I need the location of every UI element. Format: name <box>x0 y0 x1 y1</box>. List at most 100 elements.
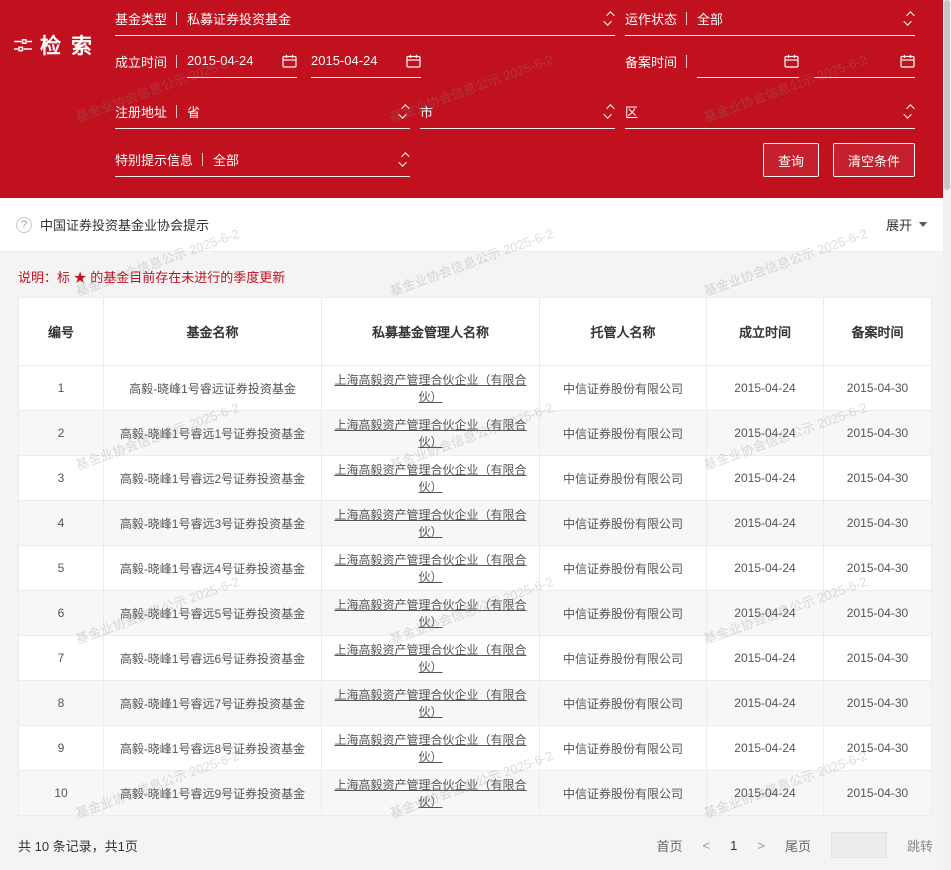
fund-name-link[interactable]: 高毅-晓峰1号睿远9号证券投资基金 <box>120 787 305 801</box>
expand-button[interactable]: 展开 <box>886 215 927 234</box>
cell-filed: 2015-04-30 <box>824 726 932 771</box>
panel-title: 检索 <box>40 30 102 60</box>
fund-name-link[interactable]: 高毅-晓峰1号睿远5号证券投资基金 <box>120 607 305 621</box>
cell-established: 2015-04-24 <box>707 366 824 411</box>
notice-text: 中国证券投资基金业协会提示 <box>40 215 209 234</box>
cell-custodian: 中信证券股份有限公司 <box>540 681 707 726</box>
cell-no: 7 <box>19 636 104 681</box>
manager-link[interactable]: 上海高毅资产管理合伙企业（有限合伙） <box>334 373 526 404</box>
cell-established: 2015-04-24 <box>707 591 824 636</box>
calendar-icon[interactable] <box>282 54 297 68</box>
establish-date-start-value: 2015-04-24 <box>187 53 254 68</box>
establish-date-start-input[interactable]: 2015-04-24 <box>187 44 297 78</box>
fund-type-value: 私募证券投资基金 <box>187 9 291 28</box>
cell-custodian: 中信证券股份有限公司 <box>540 726 707 771</box>
header-custodian-name: 托管人名称 <box>540 298 707 366</box>
chevron-updown-icon <box>606 104 612 119</box>
results-table: 编号 基金名称 私募基金管理人名称 托管人名称 成立时间 备案时间 1 高毅-晓… <box>18 297 932 816</box>
cell-custodian: 中信证券股份有限公司 <box>540 501 707 546</box>
calendar-icon[interactable] <box>784 54 799 68</box>
content: 检索 基金类型 私募证券投资基金 运作状态 全部 <box>0 0 943 858</box>
label-divider <box>686 12 687 25</box>
cell-filed: 2015-04-30 <box>824 456 932 501</box>
chevron-updown-icon <box>906 11 912 26</box>
manager-link[interactable]: 上海高毅资产管理合伙企业（有限合伙） <box>334 733 526 764</box>
current-page-number: 1 <box>730 838 737 853</box>
operation-status-select[interactable]: 运作状态 全部 <box>625 2 915 36</box>
cell-custodian: 中信证券股份有限公司 <box>540 591 707 636</box>
city-value: 市 <box>420 102 433 121</box>
calendar-icon[interactable] <box>900 54 915 68</box>
cell-no: 6 <box>19 591 104 636</box>
cell-filed: 2015-04-30 <box>824 681 932 726</box>
table-header-row: 编号 基金名称 私募基金管理人名称 托管人名称 成立时间 备案时间 <box>19 298 932 366</box>
jump-page-input[interactable] <box>831 832 887 858</box>
table-row: 4 高毅-晓峰1号睿远3号证券投资基金 上海高毅资产管理合伙企业（有限合伙） 中… <box>19 501 932 546</box>
notice-bar: ? 中国证券投资基金业协会提示 展开 <box>0 198 943 252</box>
operation-status-label: 运作状态 <box>625 9 677 28</box>
record-summary: 共 10 条记录，共1页 <box>18 836 138 855</box>
calendar-icon[interactable] <box>406 54 421 68</box>
fund-name-link[interactable]: 高毅-晓峰1号睿远6号证券投资基金 <box>120 652 305 666</box>
filing-date-end-input[interactable] <box>814 44 916 78</box>
province-select[interactable]: 注册地址 省 <box>115 95 410 129</box>
special-notice-select[interactable]: 特别提示信息 全部 <box>115 143 410 177</box>
next-page-button[interactable]: > <box>757 838 765 853</box>
cell-no: 4 <box>19 501 104 546</box>
establish-date-end-input[interactable]: 2015-04-24 <box>311 44 421 78</box>
cell-custodian: 中信证券股份有限公司 <box>540 366 707 411</box>
jump-button[interactable]: 跳转 <box>907 836 933 855</box>
fund-name-link[interactable]: 高毅-晓峰1号睿远7号证券投资基金 <box>120 697 305 711</box>
cell-no: 10 <box>19 771 104 816</box>
description-text: 说明：标 ★ 的基金目前存在未进行的季度更新 <box>18 267 943 286</box>
scrollbar-thumb[interactable] <box>944 0 950 190</box>
manager-link[interactable]: 上海高毅资产管理合伙企业（有限合伙） <box>334 598 526 629</box>
district-select[interactable]: 区 <box>625 95 915 129</box>
filing-date-start-input[interactable] <box>697 44 799 78</box>
fund-name-link[interactable]: 高毅-晓峰1号睿远证券投资基金 <box>129 382 296 396</box>
last-page-button[interactable]: 尾页 <box>785 836 811 855</box>
fund-name-link[interactable]: 高毅-晓峰1号睿远2号证券投资基金 <box>120 472 305 486</box>
manager-link[interactable]: 上海高毅资产管理合伙企业（有限合伙） <box>334 778 526 809</box>
table-row: 7 高毅-晓峰1号睿远6号证券投资基金 上海高毅资产管理合伙企业（有限合伙） 中… <box>19 636 932 681</box>
first-page-button[interactable]: 首页 <box>657 836 683 855</box>
manager-link[interactable]: 上海高毅资产管理合伙企业（有限合伙） <box>334 553 526 584</box>
manager-link[interactable]: 上海高毅资产管理合伙企业（有限合伙） <box>334 508 526 539</box>
label-divider <box>176 12 177 25</box>
fund-name-link[interactable]: 高毅-晓峰1号睿远4号证券投资基金 <box>120 562 305 576</box>
manager-link[interactable]: 上海高毅资产管理合伙企业（有限合伙） <box>334 418 526 449</box>
cell-no: 9 <box>19 726 104 771</box>
chevron-updown-icon <box>606 11 612 26</box>
fund-name-link[interactable]: 高毅-晓峰1号睿远1号证券投资基金 <box>120 427 305 441</box>
fund-name-link[interactable]: 高毅-晓峰1号睿远3号证券投资基金 <box>120 517 305 531</box>
province-value: 省 <box>187 102 200 121</box>
city-select[interactable]: 市 <box>420 95 615 129</box>
manager-link[interactable]: 上海高毅资产管理合伙企业（有限合伙） <box>334 463 526 494</box>
cell-no: 3 <box>19 456 104 501</box>
cell-established: 2015-04-24 <box>707 636 824 681</box>
manager-link[interactable]: 上海高毅资产管理合伙企业（有限合伙） <box>334 643 526 674</box>
clear-conditions-button[interactable]: 清空条件 <box>833 143 915 177</box>
fund-type-select[interactable]: 基金类型 私募证券投资基金 <box>115 2 615 36</box>
table-row: 8 高毅-晓峰1号睿远7号证券投资基金 上海高毅资产管理合伙企业（有限合伙） 中… <box>19 681 932 726</box>
cell-custodian: 中信证券股份有限公司 <box>540 636 707 681</box>
query-button[interactable]: 查询 <box>763 143 819 177</box>
cell-no: 5 <box>19 546 104 591</box>
special-notice-label: 特别提示信息 <box>115 150 193 169</box>
establish-date-field: 成立时间 2015-04-24 20 <box>115 44 615 78</box>
header-no: 编号 <box>19 298 104 366</box>
cell-filed: 2015-04-30 <box>824 501 932 546</box>
label-divider <box>176 105 177 118</box>
district-value: 区 <box>625 102 638 121</box>
manager-link[interactable]: 上海高毅资产管理合伙企业（有限合伙） <box>334 688 526 719</box>
cell-filed: 2015-04-30 <box>824 771 932 816</box>
prev-page-button[interactable]: < <box>703 838 711 853</box>
search-panel-title-block: 检索 <box>0 0 115 198</box>
fund-type-label: 基金类型 <box>115 9 167 28</box>
fund-name-link[interactable]: 高毅-晓峰1号睿远8号证券投资基金 <box>120 742 305 756</box>
establish-date-end-value: 2015-04-24 <box>311 53 378 68</box>
operation-status-value: 全部 <box>697 9 723 28</box>
cell-established: 2015-04-24 <box>707 546 824 591</box>
table-row: 5 高毅-晓峰1号睿远4号证券投资基金 上海高毅资产管理合伙企业（有限合伙） 中… <box>19 546 932 591</box>
scrollbar[interactable] <box>943 0 951 870</box>
